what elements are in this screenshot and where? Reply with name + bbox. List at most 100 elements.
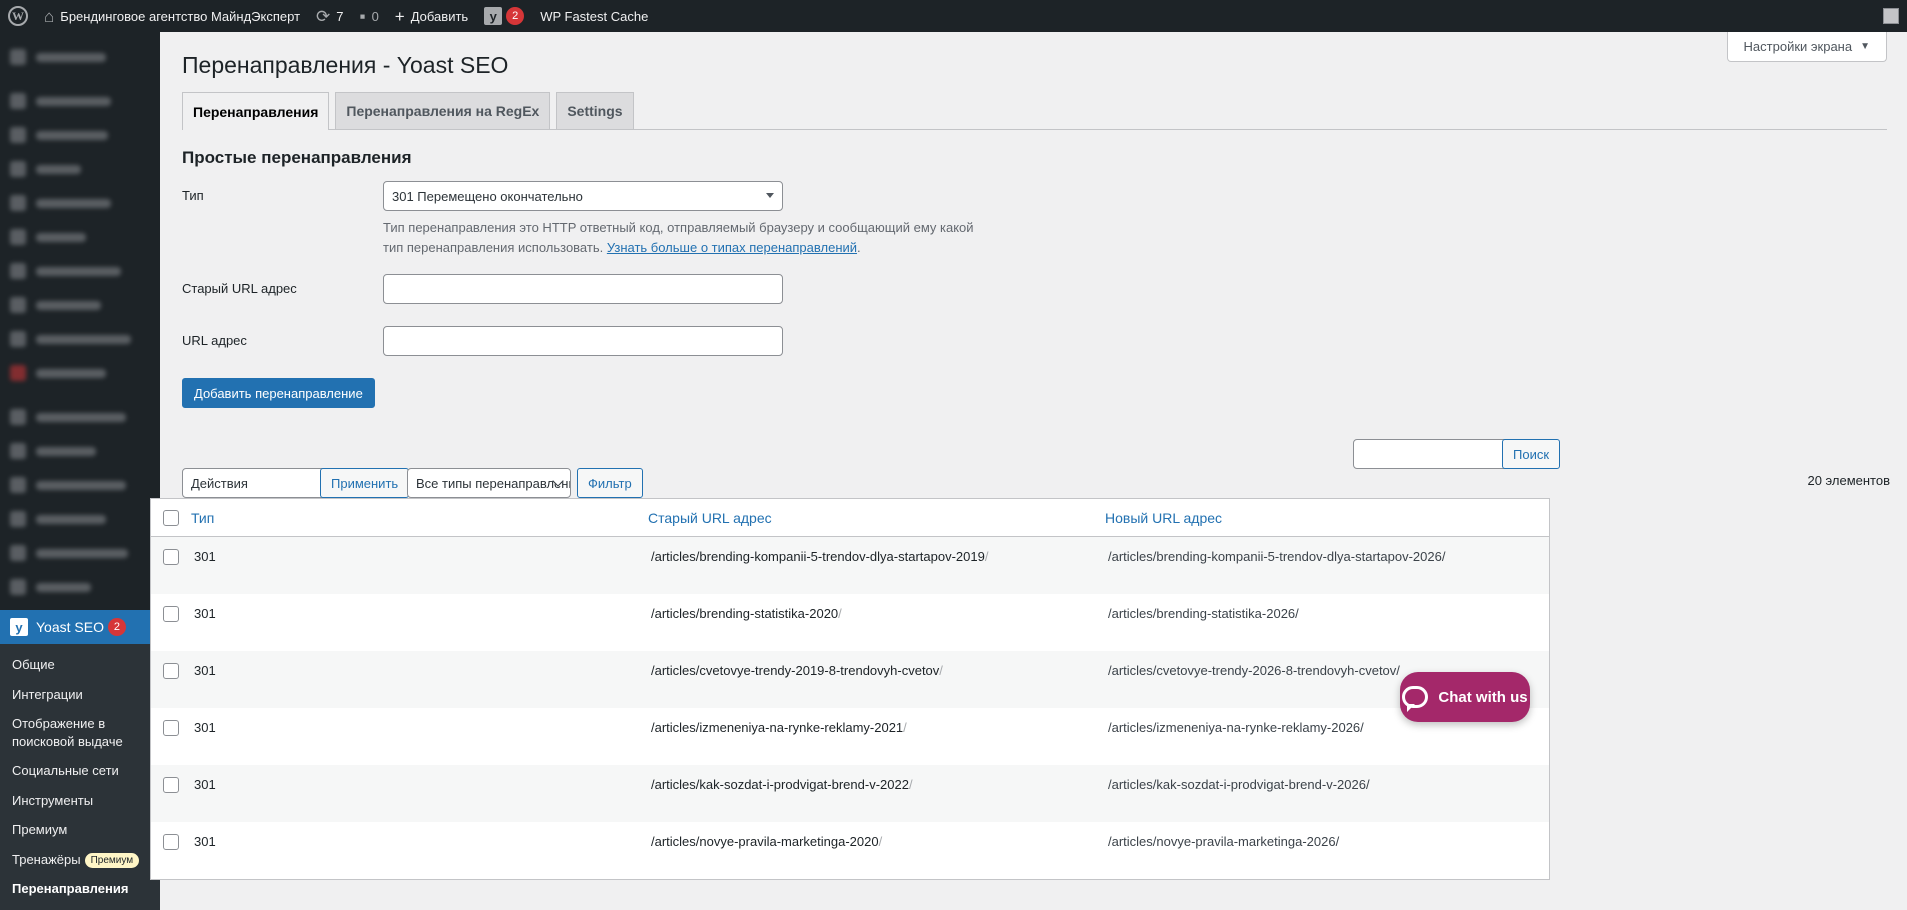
trailing-slash: /	[838, 606, 842, 621]
sidebar-item-blurred[interactable]	[0, 288, 160, 322]
row-new-url[interactable]: /articles/brending-statistika-2026/	[1105, 606, 1549, 621]
add-new-label: Добавить	[410, 8, 469, 24]
row-checkbox[interactable]	[163, 663, 179, 679]
blurred-menu-label	[36, 300, 101, 310]
row-old-url[interactable]: /articles/cvetovye-trendy-2019-8-trendov…	[648, 663, 1105, 678]
old-url-column-link[interactable]: Старый URL адрес	[648, 510, 772, 526]
add-new-link[interactable]: + Добавить	[387, 0, 476, 32]
submenu-item-redirects[interactable]: Перенаправления	[0, 874, 160, 904]
row-checkbox[interactable]	[163, 777, 179, 793]
type-description: Тип перенаправления это HTTP ответный ко…	[383, 220, 974, 256]
submenu-item-integrations[interactable]: Интеграции	[0, 680, 160, 710]
sidebar-item-blurred[interactable]	[0, 118, 160, 152]
tab-redirects[interactable]: Перенаправления	[182, 92, 330, 130]
old-url-input[interactable]	[383, 274, 783, 304]
old-url-label: Старый URL адрес	[182, 281, 297, 296]
row-new-url[interactable]: /articles/novye-pravila-marketinga-2026/	[1105, 834, 1549, 849]
submenu-item-tools[interactable]: Инструменты	[0, 786, 160, 816]
sidebar-item-blurred[interactable]	[0, 152, 160, 186]
site-name-link[interactable]: ⌂ Брендинговое агентство МайндЭксперт	[36, 0, 308, 32]
row-old-url[interactable]: /articles/novye-pravila-marketinga-2020/	[648, 834, 1105, 849]
updates-link[interactable]: ⟳ 7	[308, 0, 351, 32]
row-old-url[interactable]: /articles/kak-sozdat-i-prodvigat-brend-v…	[648, 777, 1105, 792]
blurred-menu-label	[36, 368, 106, 378]
filter-button[interactable]: Фильтр	[577, 468, 643, 498]
search-button[interactable]: Поиск	[1502, 439, 1561, 469]
description-line-1: Тип перенаправления это HTTP ответный ко…	[383, 220, 974, 235]
row-new-url[interactable]: /articles/brending-kompanii-5-trendov-dl…	[1105, 549, 1549, 564]
wordpress-logo-menu[interactable]: W	[0, 0, 36, 32]
row-select-cell	[151, 720, 191, 736]
yoast-adminbar-menu[interactable]: y 2	[476, 0, 532, 32]
sidebar-item-blurred[interactable]	[0, 40, 160, 74]
comment-icon: ▪	[359, 6, 366, 26]
row-new-url[interactable]: /articles/kak-sozdat-i-prodvigat-brend-v…	[1105, 777, 1549, 792]
row-new-url[interactable]: /articles/izmeneniya-na-rynke-reklamy-20…	[1105, 720, 1549, 735]
submenu-item-premium[interactable]: Премиум	[0, 815, 160, 845]
sidebar-item-blurred[interactable]	[0, 186, 160, 220]
row-old-url[interactable]: /articles/brending-kompanii-5-trendov-dl…	[648, 549, 1105, 564]
blurred-menu-label	[36, 480, 126, 490]
sidebar-item-blurred[interactable]	[0, 434, 160, 468]
apply-button[interactable]: Применить	[320, 468, 410, 498]
blurred-menu-label	[36, 130, 108, 140]
sidebar-item-blurred[interactable]	[0, 254, 160, 288]
row-checkbox[interactable]	[163, 606, 179, 622]
sidebar-item-blurred[interactable]	[0, 84, 160, 118]
trailing-slash: /	[903, 720, 907, 735]
blurred-menu-icon	[10, 365, 26, 381]
learn-more-link[interactable]: Узнать больше о типах перенаправлений	[607, 240, 857, 255]
table-row: 301 /articles/brending-kompanii-5-trendo…	[151, 537, 1549, 594]
submenu-item-social[interactable]: Социальные сети	[0, 756, 160, 786]
new-url-column-link[interactable]: Новый URL адрес	[1105, 510, 1222, 526]
wordpress-icon: W	[8, 6, 28, 26]
sidebar-item-blurred[interactable]	[0, 356, 160, 390]
type-column-header[interactable]: Тип	[191, 510, 648, 526]
submenu-item-workouts[interactable]: Тренажёры Премиум	[0, 845, 160, 875]
page-title: Перенаправления - Yoast SEO	[182, 52, 509, 78]
screen-options-button[interactable]: Настройки экрана ▼	[1726, 32, 1887, 62]
type-label: Тип	[182, 188, 204, 203]
redirect-type-select[interactable]: 301 Перемещено окончательно	[383, 181, 783, 211]
table-row: 301 /articles/brending-statistika-2020/ …	[151, 594, 1549, 651]
row-checkbox[interactable]	[163, 834, 179, 850]
row-old-url[interactable]: /articles/brending-statistika-2020/	[648, 606, 1105, 621]
chat-widget-button[interactable]: Chat with us	[1400, 672, 1530, 722]
sidebar-item-yoast-seo[interactable]: y Yoast SEO 2	[0, 610, 160, 644]
redirect-type-filter-select[interactable]: Все типы перенаправлений	[407, 468, 571, 498]
row-checkbox[interactable]	[163, 549, 179, 565]
row-type: 301	[194, 834, 216, 849]
blurred-menu-label	[36, 164, 81, 174]
wp-fastest-cache-menu[interactable]: WP Fastest Cache	[532, 0, 656, 32]
screen-options-label: Настройки экрана	[1743, 39, 1853, 54]
sidebar-item-blurred[interactable]	[0, 400, 160, 434]
new-url-column-header[interactable]: Новый URL адрес	[1105, 510, 1549, 526]
old-url-column-header[interactable]: Старый URL адрес	[648, 510, 1105, 526]
user-account-menu[interactable]	[1875, 0, 1907, 32]
sidebar-item-blurred[interactable]	[0, 570, 160, 604]
yoast-icon: y	[484, 7, 503, 25]
row-type: 301	[194, 549, 216, 564]
submenu-item-search-appearance[interactable]: Отображение в поисковой выдаче	[0, 709, 160, 756]
row-checkbox[interactable]	[163, 720, 179, 736]
blurred-menu-icon	[10, 511, 26, 527]
redirects-table: Тип Старый URL адрес Новый URL адрес 301…	[150, 498, 1550, 880]
add-redirect-button[interactable]: Добавить перенаправление	[182, 378, 375, 408]
sidebar-item-blurred[interactable]	[0, 220, 160, 254]
select-all-checkbox[interactable]	[163, 509, 179, 526]
new-url-input[interactable]	[383, 326, 783, 356]
tab-settings[interactable]: Settings	[556, 92, 634, 129]
row-old-url[interactable]: /articles/izmeneniya-na-rynke-reklamy-20…	[648, 720, 1105, 735]
blurred-menu-icon	[10, 263, 26, 279]
comments-link[interactable]: ▪ 0	[352, 0, 387, 32]
type-column-link[interactable]: Тип	[191, 510, 214, 526]
avatar	[1883, 8, 1899, 24]
blurred-menu-label	[36, 96, 111, 106]
sidebar-item-blurred[interactable]	[0, 536, 160, 570]
submenu-item-general[interactable]: Общие	[0, 650, 160, 680]
sidebar-item-blurred[interactable]	[0, 502, 160, 536]
tab-regex-redirects[interactable]: Перенаправления на RegEx	[335, 92, 551, 129]
blurred-menu-icon	[10, 409, 26, 425]
sidebar-item-blurred[interactable]	[0, 322, 160, 356]
sidebar-item-blurred[interactable]	[0, 468, 160, 502]
